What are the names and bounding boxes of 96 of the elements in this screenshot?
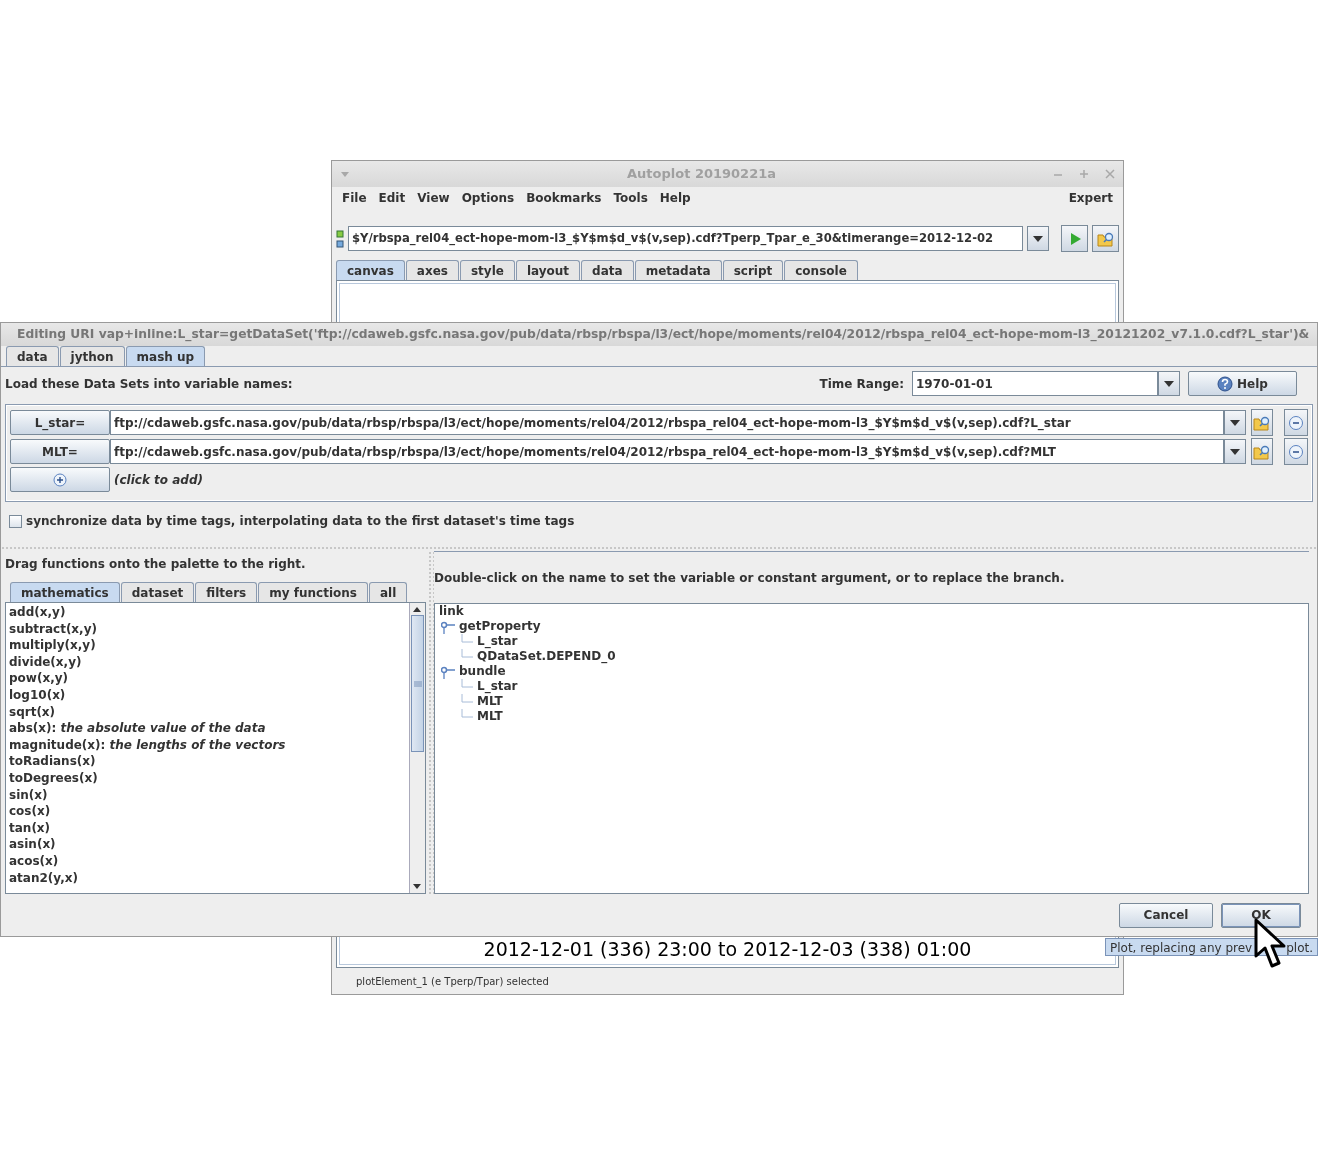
plus-circle-icon bbox=[53, 472, 67, 487]
menu-item[interactable]: Bookmarks bbox=[520, 187, 608, 209]
function-item[interactable]: tan(x) bbox=[6, 819, 409, 837]
tab[interactable]: console bbox=[784, 260, 858, 280]
tab[interactable]: canvas bbox=[336, 260, 405, 280]
folder-search-icon bbox=[1253, 443, 1271, 460]
menu-item[interactable]: File bbox=[336, 187, 373, 209]
function-item[interactable]: toRadians(x) bbox=[6, 753, 409, 770]
grip-icon bbox=[413, 680, 422, 687]
status-text: plotElement_1 (e Tperp/Tpar) selected bbox=[356, 976, 549, 987]
menu-item[interactable]: Help bbox=[653, 187, 697, 209]
open-file-button[interactable] bbox=[1092, 225, 1119, 252]
function-item[interactable]: multiply(x,y) bbox=[6, 637, 409, 654]
uri-field[interactable]: ftp://cdaweb.gsfc.nasa.gov/pub/data/rbsp/rbspa/l3/ect/hope/moments/rel04/2012/rbspa_rel04_ect-hope-mom-l3_$Y$m$d_v$(v,sep).cdf?L_star bbox=[110, 410, 1224, 435]
uri-field[interactable]: $Y/rbspa_rel04_ect-hope-mom-l3_$Y$m$d_v$(v,sep).cdf?Tperp_Tpar_e_30&timerange=2012-12-02 bbox=[348, 226, 1023, 251]
tree-node[interactable]: MLT bbox=[477, 694, 503, 709]
tooltip-text: plot. bbox=[1286, 940, 1314, 955]
synchronize-label: synchronize data by time tags, interpolating data to the first dataset's time tags bbox=[26, 513, 575, 530]
tab[interactable]: jython bbox=[59, 346, 125, 366]
dropdown-button[interactable] bbox=[1158, 371, 1180, 396]
time-range-text: 2012-12-01 (336) 23:00 to 2012-12-03 (338) 01:00 bbox=[483, 940, 972, 958]
dialog-title: Editing URI vap+inline:L_star=getDataSet('ftp://cdaweb.gsfc.nasa.gov/pub/data/rbsp/rbspa/l3/ect/hope/moments/rel04/2012/rbspa_rel04_ect-hope-mom-l3_20121202_v7.1.0.cdf?L_star')& bbox=[17, 326, 1310, 344]
checkbox[interactable] bbox=[9, 514, 22, 528]
tree-node[interactable]: QDataSet.DEPEND_0 bbox=[477, 649, 616, 664]
function-item[interactable]: sqrt(x) bbox=[6, 703, 409, 721]
menu-item[interactable]: View bbox=[411, 187, 456, 209]
variable-name-button[interactable]: MLT= bbox=[10, 439, 110, 464]
remove-button[interactable] bbox=[1284, 409, 1308, 436]
tree-handle-icon[interactable] bbox=[441, 619, 455, 634]
mouse-pointer-icon bbox=[1254, 918, 1288, 970]
play-button[interactable] bbox=[1061, 225, 1088, 252]
time-range-label: Time Range: bbox=[819, 375, 904, 393]
dropdown-button[interactable] bbox=[1224, 410, 1246, 435]
tab[interactable]: dataset bbox=[120, 582, 195, 602]
tab[interactable]: data bbox=[581, 260, 634, 280]
tree-hint: Double-click on the name to set the variable or constant argument, or to replace the branch. bbox=[434, 569, 1065, 587]
function-item[interactable]: subtract(x,y) bbox=[6, 620, 409, 638]
tree-handle-icon[interactable] bbox=[441, 664, 455, 679]
ok-button[interactable]: OK bbox=[1221, 902, 1301, 928]
tab[interactable]: filters bbox=[195, 582, 258, 602]
function-item[interactable]: add(x,y) bbox=[6, 604, 409, 621]
function-item[interactable]: acos(x) bbox=[6, 852, 409, 870]
tab[interactable]: metadata bbox=[634, 260, 722, 280]
load-label: Load these Data Sets into variable names: bbox=[5, 375, 294, 393]
remove-button[interactable] bbox=[1284, 438, 1308, 465]
folder-search-icon bbox=[1253, 414, 1271, 431]
function-item[interactable]: sin(x) bbox=[6, 786, 409, 804]
tree-node[interactable]: MLT bbox=[477, 709, 503, 724]
tree-node[interactable]: L_star bbox=[477, 634, 518, 649]
cancel-button[interactable]: Cancel bbox=[1119, 902, 1213, 928]
tab[interactable]: layout bbox=[515, 260, 581, 280]
tree-node[interactable]: getProperty bbox=[459, 619, 541, 634]
function-item[interactable]: divide(x,y) bbox=[6, 653, 409, 671]
scrollbar-thumb[interactable] bbox=[411, 615, 424, 752]
folder-search-icon bbox=[1096, 230, 1115, 247]
help-button[interactable]: Help bbox=[1188, 371, 1297, 396]
dropdown-button[interactable] bbox=[1224, 439, 1246, 464]
tab[interactable]: mash up bbox=[125, 346, 206, 366]
function-item[interactable]: pow(x,y) bbox=[6, 670, 409, 687]
function-item[interactable]: atan2(y,x) bbox=[6, 869, 409, 887]
status-indicator-icon bbox=[336, 229, 344, 248]
menu-item[interactable]: Options bbox=[455, 187, 521, 209]
scrollbar[interactable] bbox=[409, 603, 425, 893]
tab[interactable]: axes bbox=[405, 260, 459, 280]
window-title: Autoplot 20190221a bbox=[626, 165, 777, 184]
add-hint: (click to add) bbox=[114, 471, 203, 489]
tree-node[interactable]: L_star bbox=[477, 679, 518, 694]
time-range-field[interactable]: 1970-01-01 bbox=[912, 371, 1158, 396]
open-file-button[interactable] bbox=[1251, 409, 1273, 436]
function-item[interactable]: cos(x) bbox=[6, 803, 409, 820]
menu-item[interactable]: Expert bbox=[1062, 187, 1119, 209]
function-item[interactable]: magnitude(x): the lengths of the vectors bbox=[6, 736, 409, 754]
help-icon bbox=[1217, 375, 1234, 392]
dropdown-button[interactable] bbox=[1027, 226, 1049, 251]
tooltip-text: Plot, replacing any prev bbox=[1109, 940, 1253, 955]
tree-node[interactable]: link bbox=[439, 604, 464, 619]
minus-circle-icon bbox=[1288, 443, 1304, 460]
uri-field[interactable]: ftp://cdaweb.gsfc.nasa.gov/pub/data/rbsp/rbspa/l3/ect/hope/moments/rel04/2012/rbspa_rel04_ect-hope-mom-l3_$Y$m$d_v$(v,sep).cdf?MLT bbox=[110, 439, 1224, 464]
function-item[interactable]: abs(x): the absolute value of the data bbox=[6, 720, 409, 737]
minus-circle-icon bbox=[1288, 414, 1304, 431]
tree-node[interactable]: bundle bbox=[459, 664, 506, 679]
variable-name-button[interactable]: L_star= bbox=[10, 410, 110, 435]
tab[interactable]: mathematics bbox=[10, 582, 120, 602]
tab[interactable]: style bbox=[459, 260, 515, 280]
open-file-button[interactable] bbox=[1251, 438, 1273, 465]
add-button[interactable] bbox=[10, 467, 110, 492]
function-item[interactable]: asin(x) bbox=[6, 836, 409, 853]
tab[interactable]: script bbox=[722, 260, 784, 280]
tab[interactable]: my functions bbox=[258, 582, 368, 602]
tab[interactable]: all bbox=[368, 582, 408, 602]
menu-item[interactable]: Edit bbox=[372, 187, 412, 209]
tab[interactable]: data bbox=[6, 346, 59, 366]
palette-hint: Drag functions onto the palette to the right. bbox=[5, 556, 307, 573]
menu-item[interactable]: Tools bbox=[607, 187, 654, 209]
function-item[interactable]: toDegrees(x) bbox=[6, 769, 409, 787]
function-item[interactable]: log10(x) bbox=[6, 686, 409, 704]
